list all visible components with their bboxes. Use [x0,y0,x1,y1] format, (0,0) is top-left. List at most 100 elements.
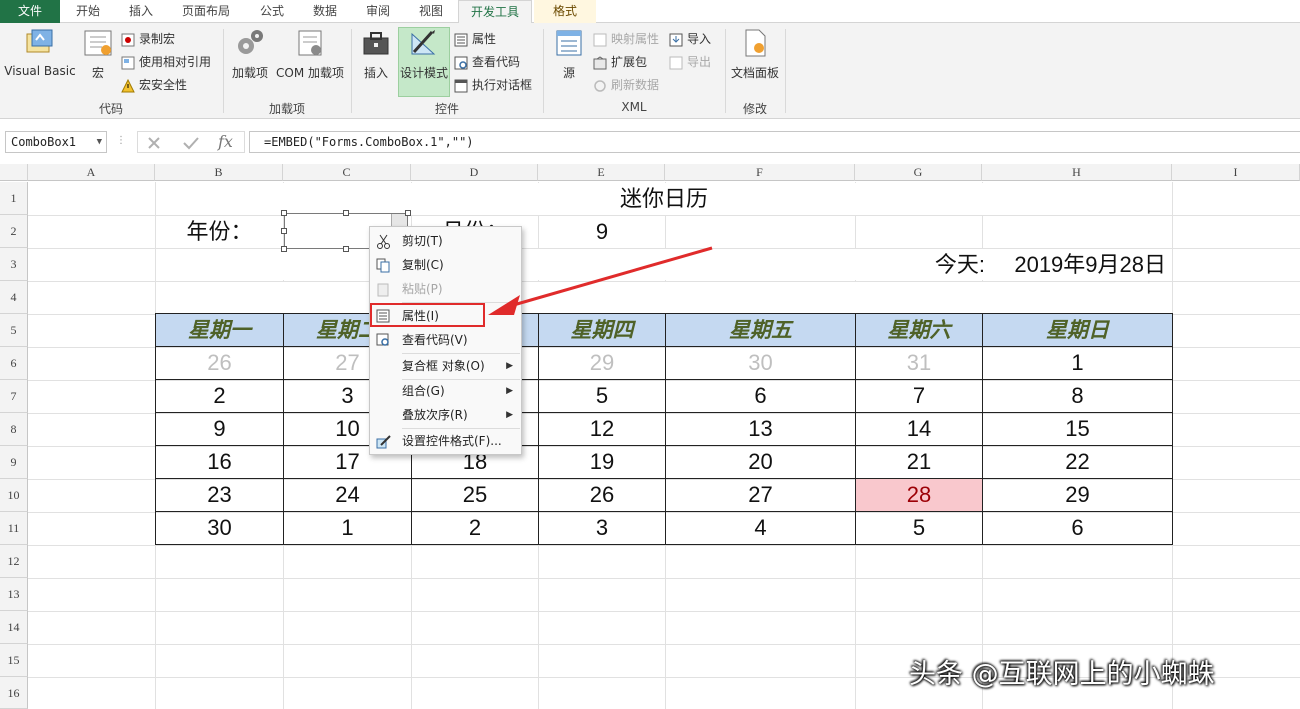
calendar-day-cell[interactable]: 30 [156,512,284,545]
enter-check-icon[interactable] [182,135,200,151]
calendar-day-cell[interactable]: 13 [666,413,856,446]
resize-handle[interactable] [343,210,349,216]
xml-source-button[interactable]: 源 [550,28,588,81]
column-header-e[interactable]: E [538,164,665,181]
calendar-day-cell[interactable]: 22 [983,446,1173,479]
calendar-day-cell[interactable]: 29 [983,479,1173,512]
tab-review[interactable]: 审阅 [352,0,404,23]
relative-reference-button[interactable]: 使用相对引用 [121,52,211,72]
insert-control-button[interactable]: 插入 [357,28,395,81]
cancel-icon[interactable] [146,135,162,151]
row-header[interactable]: 12 [0,545,28,578]
resize-handle[interactable] [281,210,287,216]
record-macro-button[interactable]: 录制宏 [121,29,175,49]
calendar-day-cell[interactable]: 7 [856,380,983,413]
calendar-day-cell[interactable]: 1 [284,512,412,545]
chevron-down-icon[interactable]: ▼ [97,132,102,152]
resize-handle[interactable] [281,228,287,234]
menu-item-combobox-object[interactable]: 复合框 对象(O) ▶ [370,354,521,378]
menu-item-group[interactable]: 组合(G) ▶ [370,379,521,403]
drag-handle-icon[interactable]: ⋮ [116,135,126,149]
expansion-packs-button[interactable]: 扩展包 [593,52,647,72]
calendar-day-cell[interactable]: 24 [284,479,412,512]
menu-item-view-code[interactable]: 查看代码(V) [370,328,521,352]
calendar-day-cell[interactable]: 23 [156,479,284,512]
tab-file[interactable]: 文件 [0,0,60,23]
row-header[interactable]: 4 [0,281,28,314]
row-header[interactable]: 14 [0,611,28,644]
calendar-day-cell[interactable]: 19 [539,446,666,479]
calendar-day-cell[interactable]: 29 [539,347,666,380]
run-dialog-button[interactable]: 执行对话框 [454,75,532,95]
row-header[interactable]: 9 [0,446,28,479]
row-header[interactable]: 6 [0,347,28,380]
name-box[interactable]: ComboBox1 ▼ [5,131,107,153]
calendar-day-cell[interactable]: 6 [666,380,856,413]
design-mode-button[interactable]: 设计模式 [398,27,450,97]
row-header[interactable]: 3 [0,248,28,281]
map-properties-button[interactable]: 映射属性 [593,29,659,49]
column-header-i[interactable]: I [1172,164,1300,181]
column-header-d[interactable]: D [411,164,538,181]
import-button[interactable]: 导入 [669,29,711,49]
row-header[interactable]: 15 [0,644,28,677]
calendar-day-cell[interactable]: 26 [156,347,284,380]
tab-developer[interactable]: 开发工具 [458,0,532,24]
menu-item-format-control[interactable]: 设置控件格式(F)... [370,429,521,453]
column-header-b[interactable]: B [155,164,283,181]
macro-security-button[interactable]: 宏安全性 [121,75,187,95]
calendar-day-cell[interactable]: 5 [856,512,983,545]
calendar-day-cell[interactable]: 25 [412,479,539,512]
refresh-data-button[interactable]: 刷新数据 [593,75,659,95]
row-header[interactable]: 1 [0,182,28,215]
export-button[interactable]: 导出 [669,52,711,72]
calendar-day-cell[interactable]: 9 [156,413,284,446]
tab-view[interactable]: 视图 [404,0,458,23]
calendar-day-cell[interactable]: 31 [856,347,983,380]
calendar-day-cell[interactable]: 1 [983,347,1173,380]
resize-handle[interactable] [343,246,349,252]
calendar-day-cell[interactable]: 26 [539,479,666,512]
column-header-c[interactable]: C [283,164,411,181]
calendar-day-cell[interactable]: 21 [856,446,983,479]
row-header[interactable]: 13 [0,578,28,611]
calendar-day-cell[interactable]: 8 [983,380,1173,413]
select-all-corner[interactable] [0,164,28,181]
tab-home[interactable]: 开始 [60,0,116,23]
row-header[interactable]: 2 [0,215,28,248]
calendar-day-cell[interactable]: 12 [539,413,666,446]
calendar-day-cell[interactable]: 6 [983,512,1173,545]
calendar-day-cell[interactable]: 2 [412,512,539,545]
calendar-day-cell[interactable]: 30 [666,347,856,380]
calendar-day-cell[interactable]: 16 [156,446,284,479]
macros-button[interactable]: 宏 [80,28,116,81]
row-header[interactable]: 11 [0,512,28,545]
column-header-f[interactable]: F [665,164,855,181]
menu-item-order[interactable]: 叠放次序(R) ▶ [370,403,521,427]
calendar-day-cell[interactable]: 28 [856,479,983,512]
calendar-day-cell[interactable]: 3 [539,512,666,545]
calendar-day-cell[interactable]: 27 [666,479,856,512]
tab-formulas[interactable]: 公式 [246,0,298,23]
tab-data[interactable]: 数据 [298,0,352,23]
view-code-button[interactable]: 查看代码 [454,52,520,72]
column-header-g[interactable]: G [855,164,982,181]
calendar-day-cell[interactable]: 14 [856,413,983,446]
resize-handle[interactable] [281,246,287,252]
properties-button[interactable]: 属性 [454,29,496,49]
calendar-day-cell[interactable]: 5 [539,380,666,413]
row-header[interactable]: 5 [0,314,28,347]
resize-handle[interactable] [405,210,411,216]
calendar-day-cell[interactable]: 20 [666,446,856,479]
tab-insert[interactable]: 插入 [116,0,166,23]
formula-input[interactable]: =EMBED("Forms.ComboBox.1","") [249,131,1300,153]
row-header[interactable]: 8 [0,413,28,446]
tab-page-layout[interactable]: 页面布局 [166,0,246,23]
visual-basic-button[interactable]: Visual Basic [4,28,76,78]
document-panel-button[interactable]: 文档面板 [729,28,781,81]
addins-button[interactable]: 加载项 [229,28,271,81]
calendar-day-cell[interactable]: 2 [156,380,284,413]
tab-format[interactable]: 格式 [534,0,596,23]
row-header[interactable]: 16 [0,677,28,709]
calendar-day-cell[interactable]: 4 [666,512,856,545]
